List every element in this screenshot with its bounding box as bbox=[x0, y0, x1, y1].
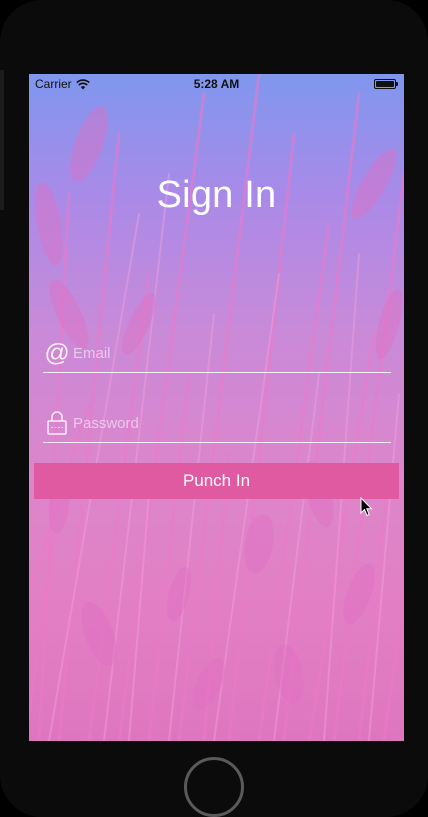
password-input[interactable] bbox=[73, 412, 383, 434]
email-field: @ bbox=[43, 336, 391, 373]
email-input[interactable] bbox=[73, 342, 383, 364]
side-button bbox=[0, 70, 4, 210]
status-time: 5:28 AM bbox=[193, 77, 240, 91]
at-sign-icon: @ bbox=[45, 340, 69, 366]
home-button[interactable] bbox=[184, 757, 244, 817]
mouse-cursor-icon bbox=[360, 497, 373, 517]
status-bar: Carrier 5:28 AM bbox=[29, 74, 404, 94]
page-title: Sign In bbox=[156, 174, 277, 216]
lock-icon bbox=[47, 411, 67, 435]
punch-in-button[interactable]: Punch In bbox=[34, 463, 399, 499]
battery-icon bbox=[374, 79, 398, 89]
phone-device: Carrier 5:28 AM Sign In @ Email Punch In bbox=[0, 0, 428, 817]
password-field bbox=[43, 406, 391, 443]
app-screen: Carrier 5:28 AM Sign In @ Email Punch In bbox=[29, 74, 404, 741]
svg-text:@: @ bbox=[45, 340, 69, 366]
